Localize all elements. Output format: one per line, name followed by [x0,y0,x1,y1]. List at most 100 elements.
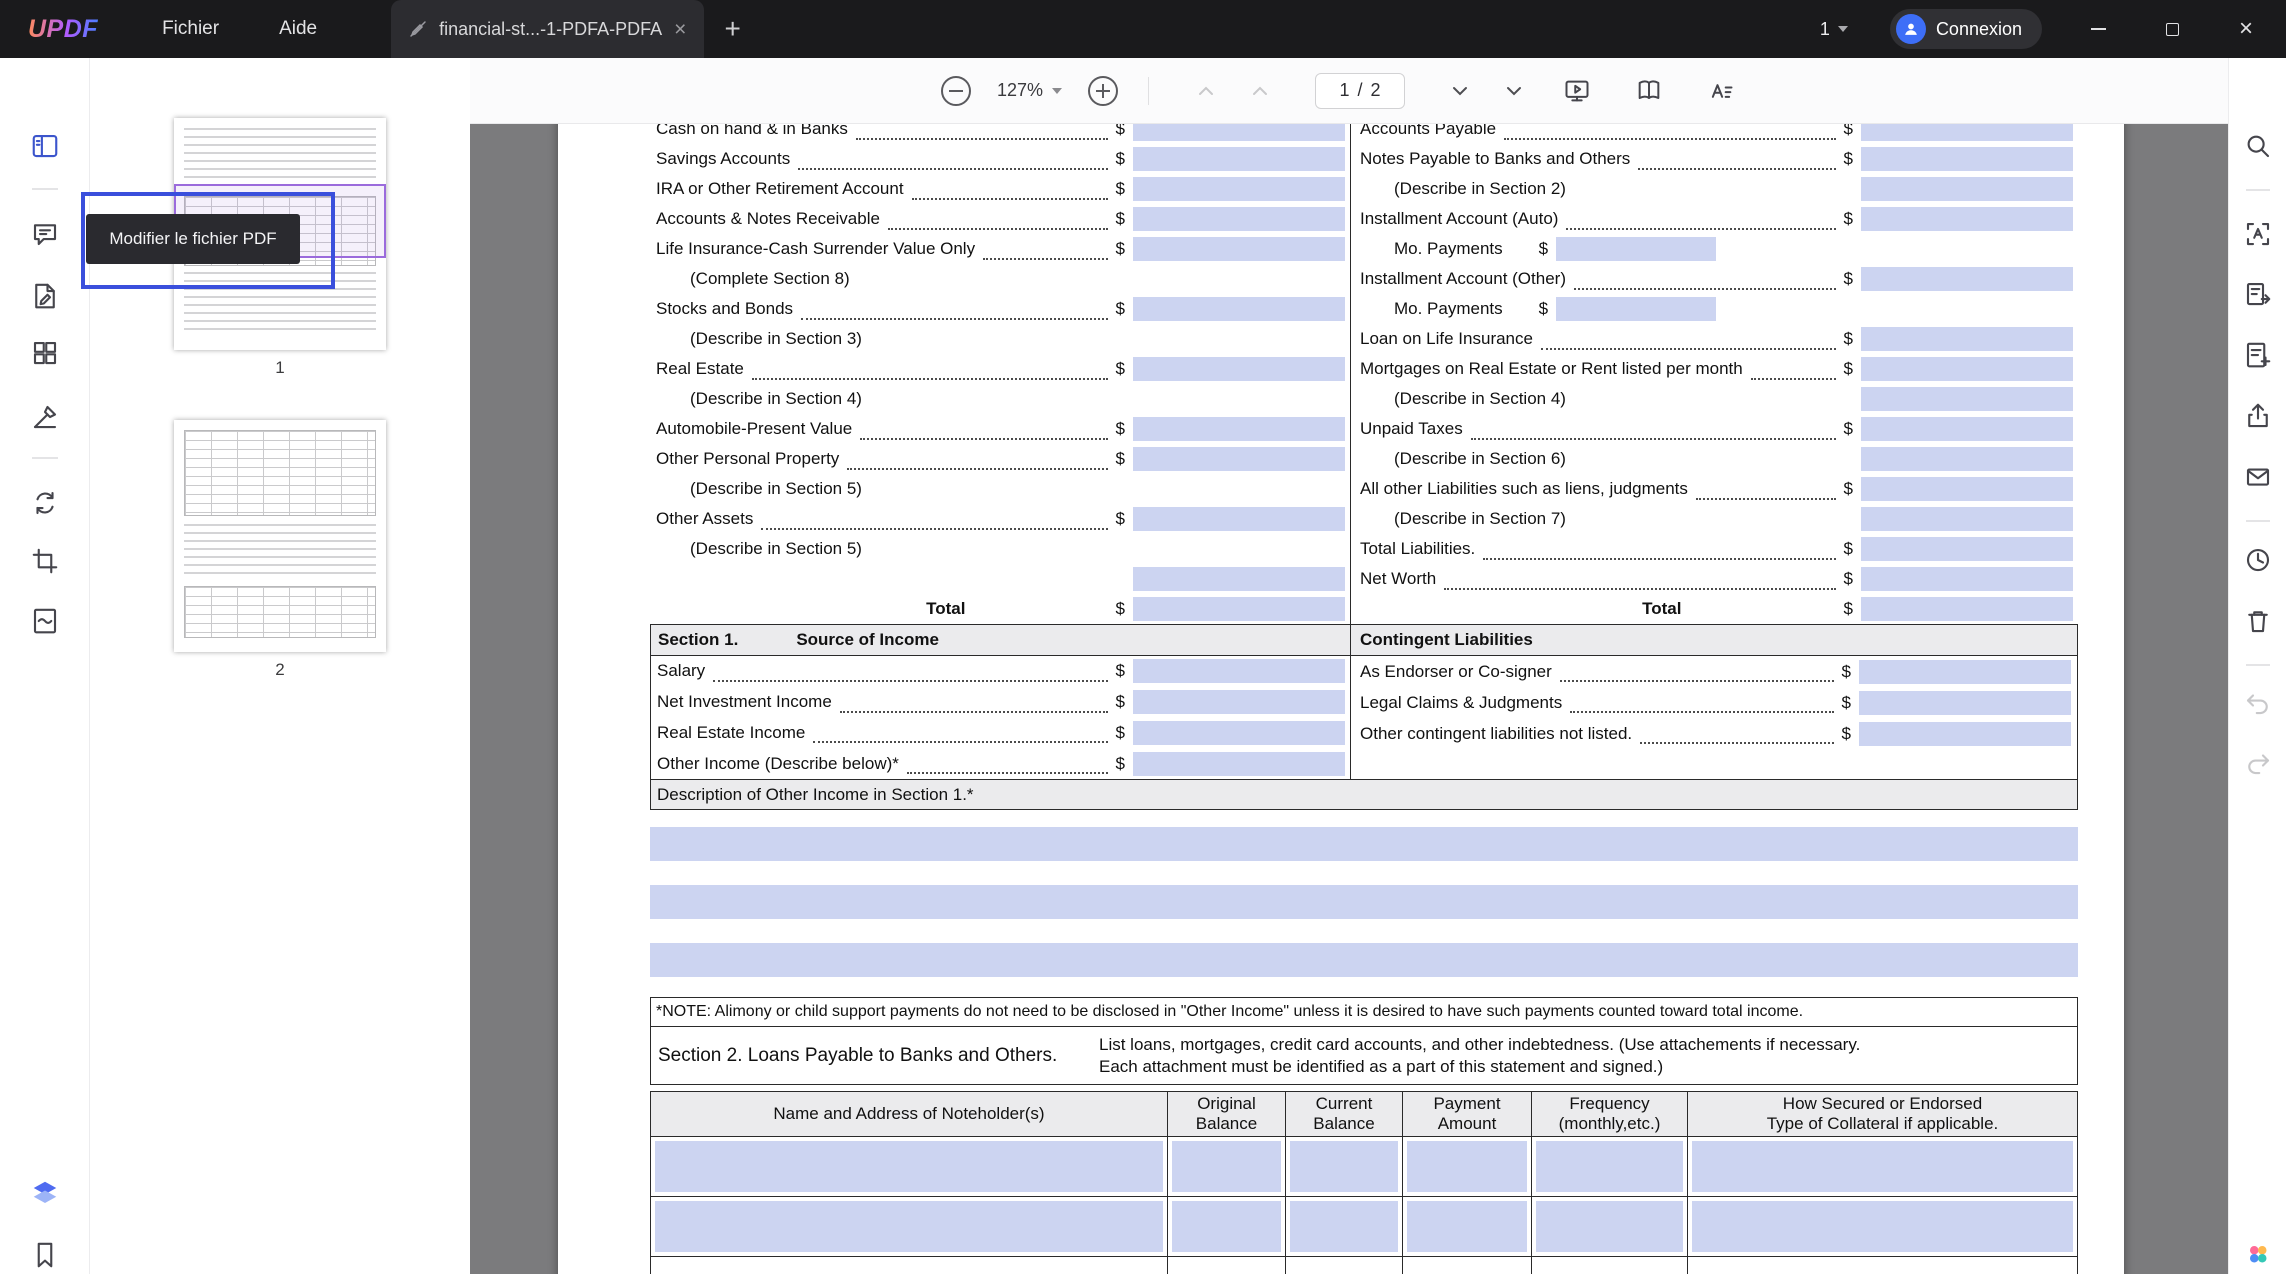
amount-field[interactable] [1133,721,1345,745]
table-cell-field[interactable] [1407,1261,1527,1274]
page-number-input[interactable]: 1 / 2 [1315,73,1405,109]
undo-icon[interactable] [2243,688,2273,718]
watermark-icon[interactable] [30,606,60,636]
amount-field[interactable] [1133,147,1345,171]
crop-icon[interactable] [30,546,60,576]
share-icon[interactable] [2243,401,2273,431]
amount-field[interactable] [1133,659,1345,683]
amount-field[interactable] [1861,267,2073,291]
next-page-icon[interactable] [1448,79,1472,103]
table-cell-field[interactable] [1172,1201,1281,1252]
table-cell-field[interactable] [1172,1261,1281,1274]
amount-field[interactable] [1861,357,2073,381]
table-cell-field[interactable] [1290,1261,1398,1274]
table-cell-field[interactable] [1536,1261,1683,1274]
amount-field[interactable] [1133,177,1345,201]
amount-field[interactable] [1861,147,2073,171]
maximize-icon[interactable] [2162,19,2182,39]
amount-field[interactable] [1859,691,2071,715]
translate-icon[interactable] [1707,77,1735,105]
amount-field[interactable] [1556,297,1716,321]
bookmark-icon[interactable] [30,1240,60,1270]
login-button[interactable]: Connexion [1890,9,2042,49]
table-cell [1286,1257,1403,1274]
trash-icon[interactable] [2243,606,2273,636]
amount-field[interactable] [1861,597,2073,621]
tab-close-icon[interactable]: × [674,19,686,40]
history-icon[interactable] [2243,545,2273,575]
amount-field[interactable] [1861,447,2073,471]
table-cell-field[interactable] [1407,1201,1527,1252]
redo-icon[interactable] [2243,748,2273,778]
amount-field[interactable] [1861,537,2073,561]
close-icon[interactable]: × [2236,19,2256,39]
window-list-dropdown[interactable]: 1 [1820,19,1848,40]
menu-fichier[interactable]: Fichier [162,18,219,40]
description-field[interactable] [650,827,2078,861]
amount-field[interactable] [1133,447,1345,471]
table-cell-field[interactable] [1692,1141,2073,1192]
amount-field[interactable] [1133,417,1345,441]
create-pdf-icon[interactable] [2243,340,2273,370]
zoom-out-icon[interactable] [941,76,971,106]
amount-field[interactable] [1861,477,2073,501]
previous-page-icon[interactable] [1248,79,1272,103]
last-page-icon[interactable] [1502,79,1526,103]
document-tab[interactable]: financial-st...-1-PDFA-PDFA × [391,0,704,58]
layers-icon[interactable] [30,1178,60,1208]
table-cell-field[interactable] [655,1141,1163,1192]
zoom-level-dropdown[interactable]: 127% [997,80,1062,101]
search-icon[interactable] [2243,131,2273,161]
menu-aide[interactable]: Aide [279,18,317,40]
amount-field[interactable] [1861,567,2073,591]
table-cell-field[interactable] [1536,1201,1683,1252]
table-cell-field[interactable] [1407,1141,1527,1192]
table-cell-field[interactable] [655,1261,1163,1274]
convert-icon[interactable] [30,488,60,518]
amount-field[interactable] [1133,237,1345,261]
amount-field[interactable] [1861,177,2073,201]
page-thumbnail-2[interactable] [174,420,386,652]
amount-field[interactable] [1133,207,1345,231]
amount-field[interactable] [1133,597,1345,621]
amount-field[interactable] [1859,660,2071,684]
minimize-icon[interactable] [2088,19,2108,39]
amount-field[interactable] [1556,237,1716,261]
edit-pdf-icon[interactable] [30,281,60,311]
new-tab-button[interactable]: + [724,13,740,45]
email-icon[interactable] [2243,462,2273,492]
zoom-in-icon[interactable] [1088,76,1118,106]
table-cell-field[interactable] [1290,1141,1398,1192]
organize-pages-icon[interactable] [30,338,60,368]
presentation-mode-icon[interactable] [1563,77,1591,105]
amount-field[interactable] [1133,567,1345,591]
fill-sign-icon[interactable] [30,402,60,432]
window-count: 1 [1820,19,1830,40]
amount-field[interactable] [1133,357,1345,381]
description-field[interactable] [650,943,2078,977]
amount-field[interactable] [1859,722,2071,746]
table-cell-field[interactable] [1692,1201,2073,1252]
amount-field[interactable] [1133,507,1345,531]
amount-field[interactable] [1133,297,1345,321]
amount-field[interactable] [1861,327,2073,351]
ai-assistant-icon[interactable] [2243,1239,2273,1269]
amount-field[interactable] [1133,752,1345,776]
amount-field[interactable] [1861,207,2073,231]
amount-field[interactable] [1861,417,2073,441]
table-cell-field[interactable] [1290,1201,1398,1252]
table-cell-field[interactable] [1536,1141,1683,1192]
amount-field[interactable] [1133,690,1345,714]
description-field[interactable] [650,885,2078,919]
comment-icon[interactable] [30,219,60,249]
amount-field[interactable] [1861,507,2073,531]
export-pdf-icon[interactable] [2243,279,2273,309]
amount-field[interactable] [1861,387,2073,411]
two-page-view-icon[interactable] [1635,77,1663,105]
reading-panel-icon[interactable] [30,131,60,161]
table-cell-field[interactable] [655,1201,1163,1252]
table-cell-field[interactable] [1172,1141,1281,1192]
ocr-icon[interactable] [2243,219,2273,249]
first-page-icon[interactable] [1194,79,1218,103]
table-cell-field[interactable] [1692,1261,2073,1274]
